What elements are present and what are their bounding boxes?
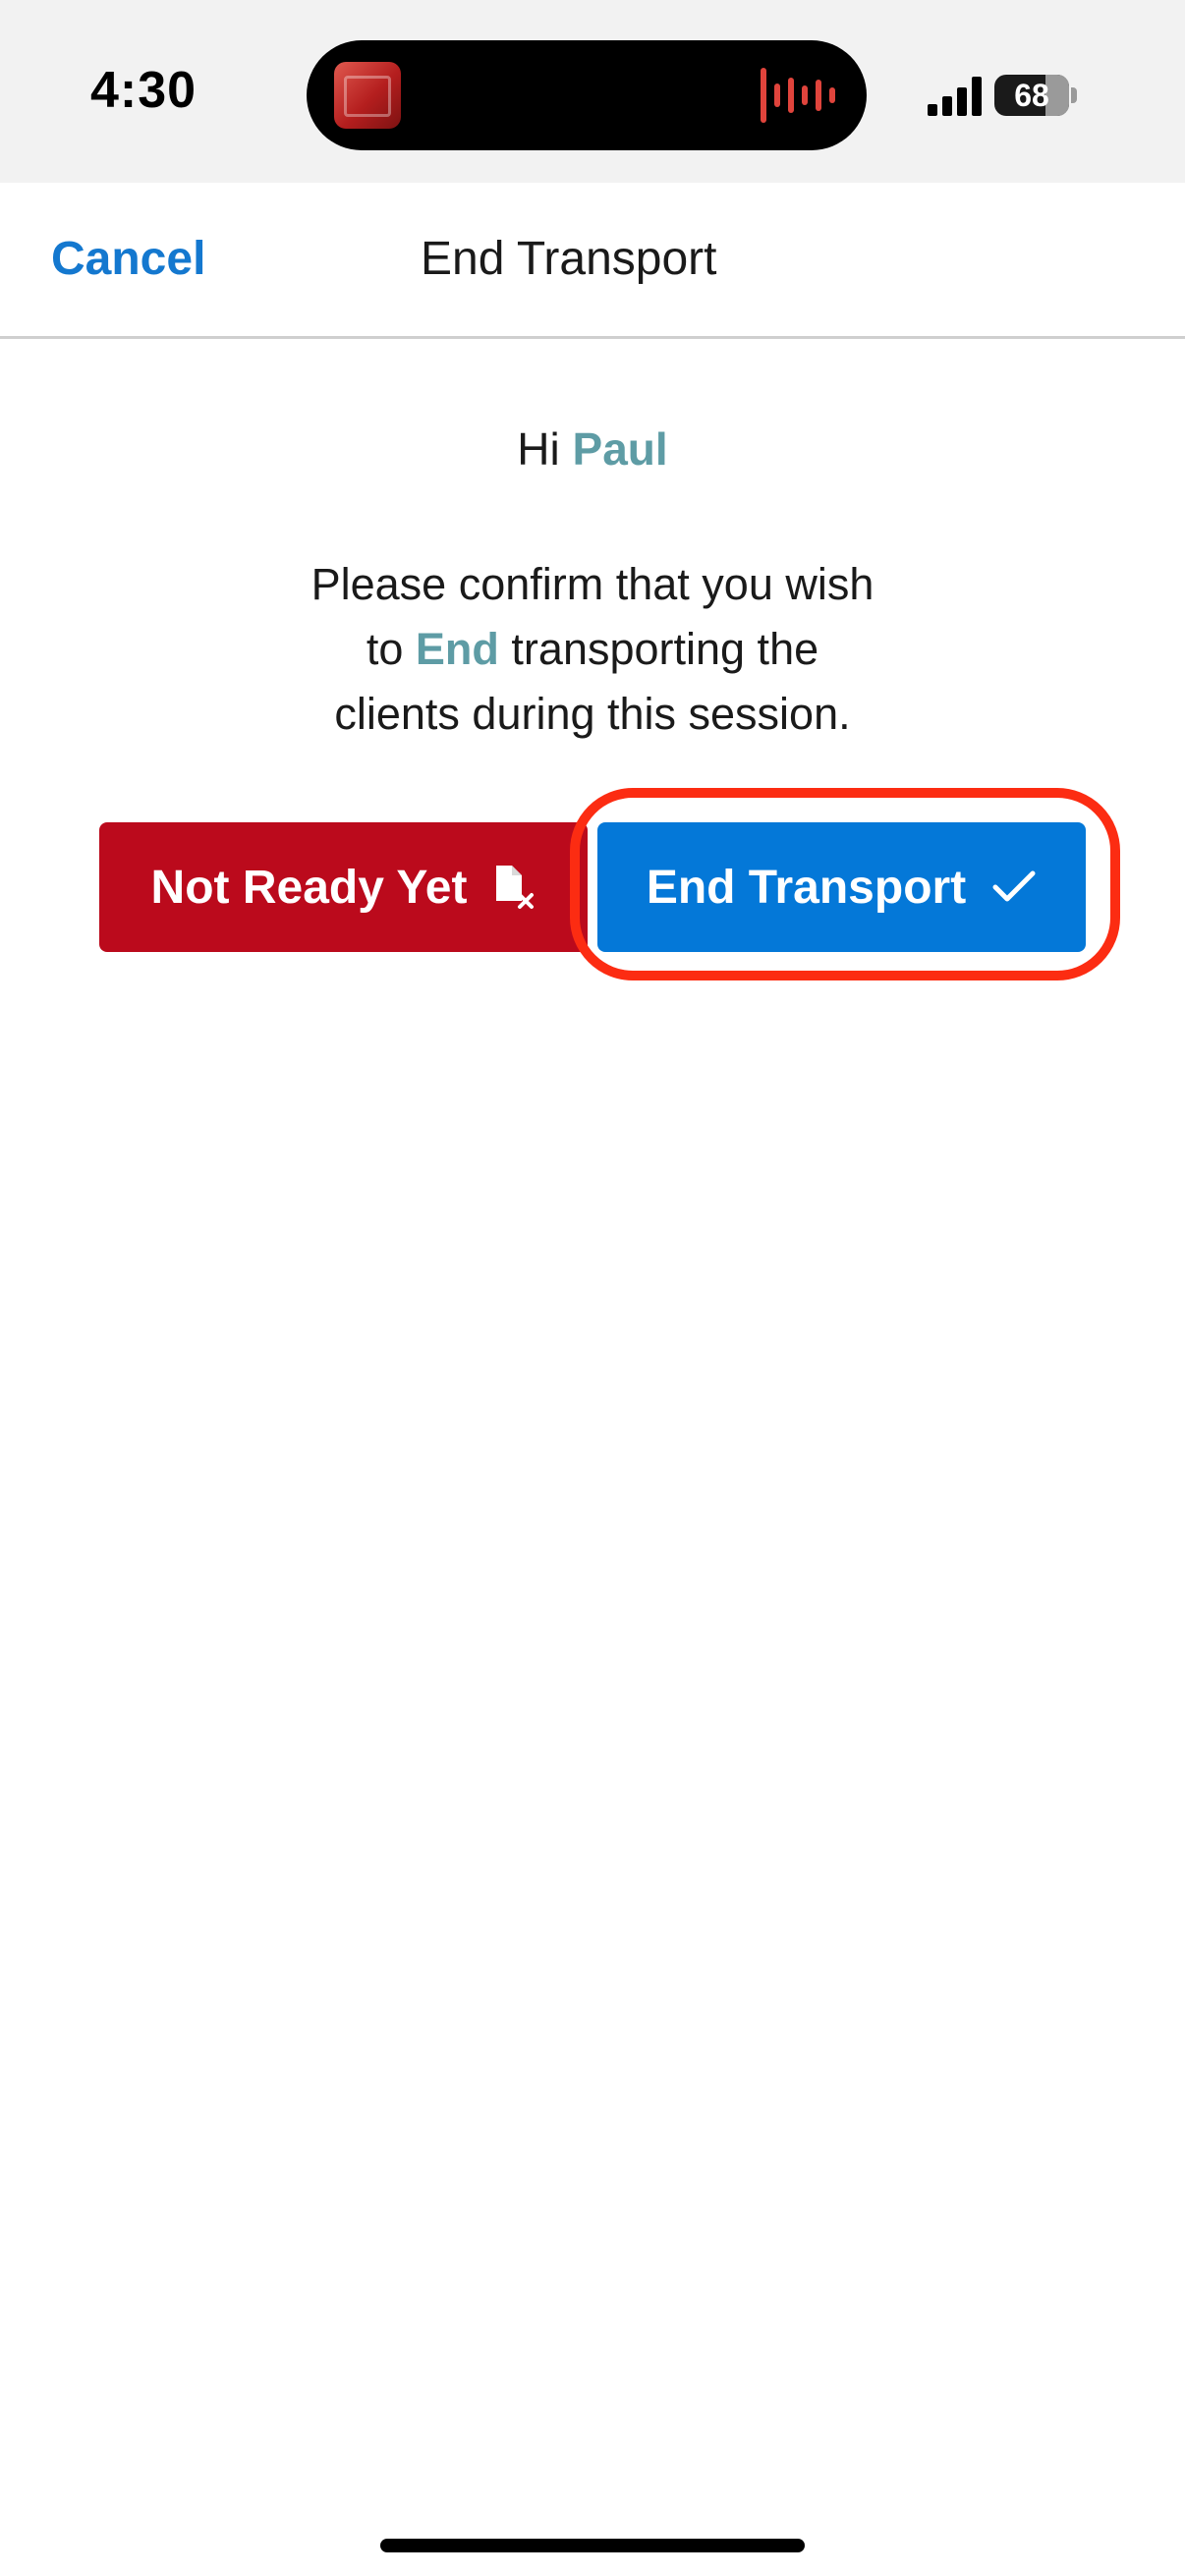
greeting-prefix: Hi	[517, 423, 573, 475]
battery-cap	[1071, 87, 1077, 103]
cellular-signal-icon	[928, 77, 982, 116]
checkmark-icon	[991, 869, 1037, 905]
message-line-1: Please confirm that you wish	[310, 559, 875, 609]
message-highlight-end: End	[415, 624, 499, 674]
greeting: Hi Paul	[0, 422, 1185, 476]
message-line-3: clients during this session.	[334, 689, 851, 739]
status-time: 4:30	[90, 62, 198, 119]
battery-icon: 68	[994, 75, 1069, 116]
now-playing-artwork-icon	[334, 62, 401, 129]
message-line-2-suffix: transporting the	[498, 624, 819, 674]
end-transport-button[interactable]: End Transport	[597, 822, 1086, 952]
not-ready-yet-label: Not Ready Yet	[150, 861, 468, 914]
end-transport-label: End Transport	[646, 861, 967, 914]
battery-level: 68	[1014, 77, 1049, 113]
confirmation-message: Please confirm that you wish to End tran…	[249, 552, 936, 747]
status-bar: 4:30 68	[0, 0, 1185, 183]
message-line-2: to End transporting the	[249, 617, 936, 682]
message-line-2-prefix: to	[366, 624, 416, 674]
cancel-button[interactable]: Cancel	[51, 232, 205, 286]
navigation-bar: Cancel End Transport	[0, 183, 1185, 339]
home-indicator[interactable]	[380, 2539, 805, 2552]
dynamic-island[interactable]	[307, 40, 867, 150]
not-ready-yet-button[interactable]: Not Ready Yet	[99, 822, 588, 952]
audio-waveform-icon	[761, 68, 835, 123]
user-name: Paul	[572, 423, 668, 475]
page-title: End Transport	[421, 233, 717, 285]
file-x-icon	[492, 864, 536, 911]
